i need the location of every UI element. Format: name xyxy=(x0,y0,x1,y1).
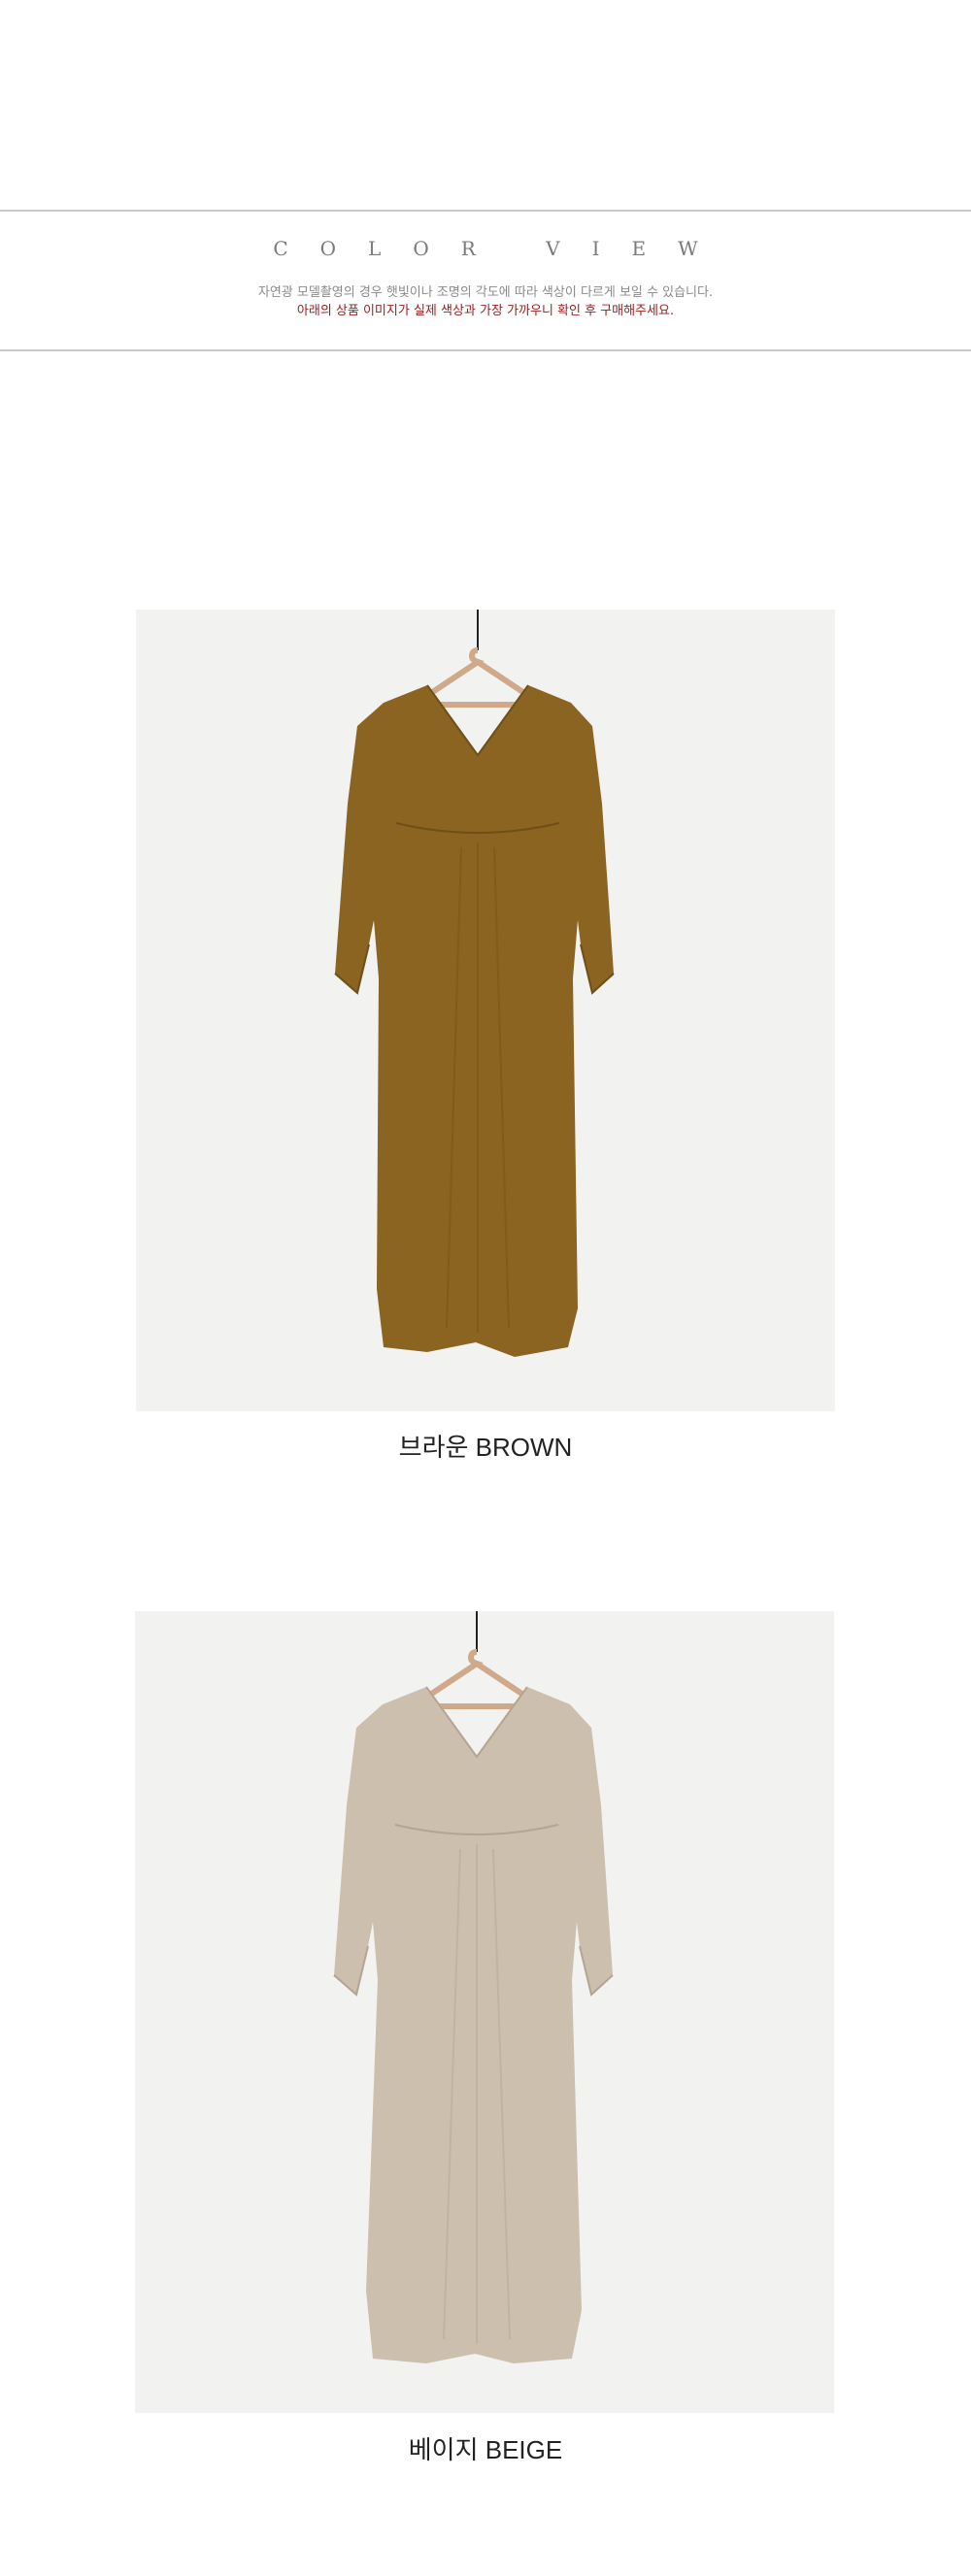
top-divider xyxy=(0,210,971,212)
product-photo-brown xyxy=(136,610,835,1411)
color-caption-brown: 브라운 BROWN xyxy=(398,1433,573,1462)
section-title: COLOR VIEW xyxy=(273,237,730,260)
color-notice-emphasis: 아래의 상품 이미지가 실제 색상과 가장 가까우니 확인 후 구매해주세요. xyxy=(296,304,675,318)
color-notice: 자연광 모델촬영의 경우 햇빛이나 조명의 각도에 따라 색상이 다르게 보일 … xyxy=(257,285,714,300)
color-caption-beige: 베이지 BEIGE xyxy=(408,2435,563,2464)
beige-dress-illustration xyxy=(333,1611,614,2363)
brown-dress-illustration xyxy=(334,610,615,1357)
bottom-divider xyxy=(0,349,971,351)
product-photo-beige xyxy=(135,1611,834,2413)
